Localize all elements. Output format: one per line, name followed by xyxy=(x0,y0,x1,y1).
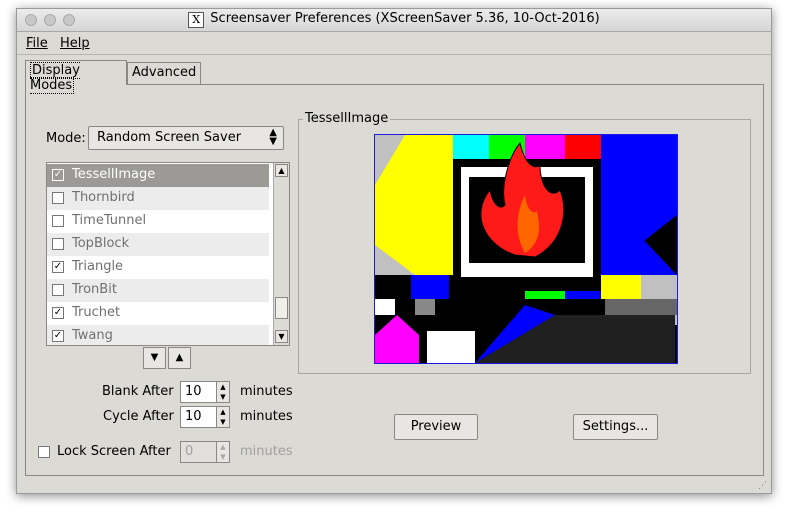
move-down-button[interactable]: ▼ xyxy=(143,347,166,369)
dropdown-arrows-icon: ▲ ▼ xyxy=(269,127,277,147)
list-item-checkbox[interactable] xyxy=(52,215,64,227)
preview-group-label: TessellImage xyxy=(303,111,391,126)
mode-dropdown[interactable]: Random Screen Saver ▲ ▼ xyxy=(88,126,284,150)
blank-after-value: 10 xyxy=(185,384,202,399)
list-item[interactable]: TopBlock xyxy=(47,233,269,256)
list-item-label: Triangle xyxy=(72,259,124,274)
window-title-wrap: X Screensaver Preferences (XScreenSaver 5… xyxy=(17,11,771,28)
settings-button-label: Settings... xyxy=(582,419,649,434)
mode-label: Mode: xyxy=(46,131,86,146)
title-bar[interactable]: X Screensaver Preferences (XScreenSaver 5… xyxy=(17,9,771,32)
list-item[interactable]: ✓ Twang xyxy=(47,325,269,345)
arrow-down-icon: ▼ xyxy=(150,352,159,363)
list-item-checkbox[interactable]: ✓ xyxy=(52,169,64,181)
list-item[interactable]: ✓ Triangle xyxy=(47,256,269,279)
list-item-label: Twang xyxy=(72,328,113,343)
arrow-up-icon: ▲ xyxy=(175,352,184,363)
window-title: Screensaver Preferences (XScreenSaver 5.… xyxy=(210,11,600,26)
lock-screen-value: 0 xyxy=(185,444,194,459)
x11-app-icon: X xyxy=(188,12,205,28)
tab-advanced-label: Advanced xyxy=(132,65,197,80)
list-item-label: TronBit xyxy=(72,282,117,297)
preview-button[interactable]: Preview xyxy=(394,414,478,440)
list-item-checkbox[interactable] xyxy=(52,238,64,250)
preview-image[interactable] xyxy=(374,134,678,364)
menu-bar: File Help xyxy=(17,32,771,55)
spinner-arrows-icon[interactable]: ▲ ▼ xyxy=(216,442,229,462)
scroll-down-icon[interactable]: ▼ xyxy=(275,330,288,343)
list-item-label: TessellImage xyxy=(72,167,156,182)
list-scrollbar[interactable]: ▲ ▼ xyxy=(273,163,289,345)
cycle-after-value: 10 xyxy=(185,409,202,424)
list-item-checkbox[interactable] xyxy=(52,284,64,296)
preview-button-label: Preview xyxy=(410,419,462,434)
cycle-after-unit: minutes xyxy=(240,409,293,424)
scroll-up-icon[interactable]: ▲ xyxy=(275,164,288,177)
menu-help[interactable]: Help xyxy=(60,36,90,51)
tessellimage-preview-graphic xyxy=(375,135,677,363)
tab-advanced[interactable]: Advanced xyxy=(127,62,201,84)
list-item-label: Thornbird xyxy=(72,190,135,205)
list-item-label: TopBlock xyxy=(72,236,130,251)
tab-display-modes-label: Display Modes xyxy=(30,62,80,94)
list-item-checkbox[interactable]: ✓ xyxy=(52,307,64,319)
spinner-arrows-icon[interactable]: ▲ ▼ xyxy=(216,382,229,402)
list-item-label: Truchet xyxy=(72,305,121,320)
tab-display-modes[interactable]: Display Modes xyxy=(25,60,127,94)
mode-dropdown-value: Random Screen Saver xyxy=(97,130,242,145)
list-item-checkbox[interactable] xyxy=(52,192,64,204)
lock-screen-unit: minutes xyxy=(240,444,293,459)
list-item-checkbox[interactable]: ✓ xyxy=(52,330,64,342)
blank-after-label: Blank After xyxy=(102,384,174,399)
menu-file[interactable]: File xyxy=(26,36,48,51)
lock-screen-label: Lock Screen After xyxy=(57,444,171,459)
cycle-after-label: Cycle After xyxy=(103,409,174,424)
menu-file-label: File xyxy=(26,36,48,51)
cycle-after-spinner[interactable]: 10 ▲ ▼ xyxy=(180,406,230,428)
lock-screen-checkbox[interactable] xyxy=(38,446,50,458)
move-up-button[interactable]: ▲ xyxy=(168,347,191,369)
spinner-arrows-icon[interactable]: ▲ ▼ xyxy=(216,407,229,427)
list-item[interactable]: TimeTunnel xyxy=(47,210,269,233)
screensaver-list[interactable]: ✓ TessellImage Thornbird TimeTunnel TopB… xyxy=(46,162,290,346)
list-item[interactable]: ✓ Truchet xyxy=(47,302,269,325)
list-item[interactable]: ✓ TessellImage xyxy=(47,164,269,187)
blank-after-unit: minutes xyxy=(240,384,293,399)
resize-grip-icon[interactable]: ⋰ xyxy=(758,481,768,491)
scrollbar-thumb[interactable] xyxy=(275,297,288,319)
list-item[interactable]: Thornbird xyxy=(47,187,269,210)
blank-after-spinner[interactable]: 10 ▲ ▼ xyxy=(180,381,230,403)
lock-screen-spinner[interactable]: 0 ▲ ▼ xyxy=(180,441,230,463)
settings-button[interactable]: Settings... xyxy=(573,414,658,440)
menu-help-label: Help xyxy=(60,36,90,51)
list-item[interactable]: TronBit xyxy=(47,279,269,302)
list-item-checkbox[interactable]: ✓ xyxy=(52,261,64,273)
list-item-label: TimeTunnel xyxy=(72,213,147,228)
